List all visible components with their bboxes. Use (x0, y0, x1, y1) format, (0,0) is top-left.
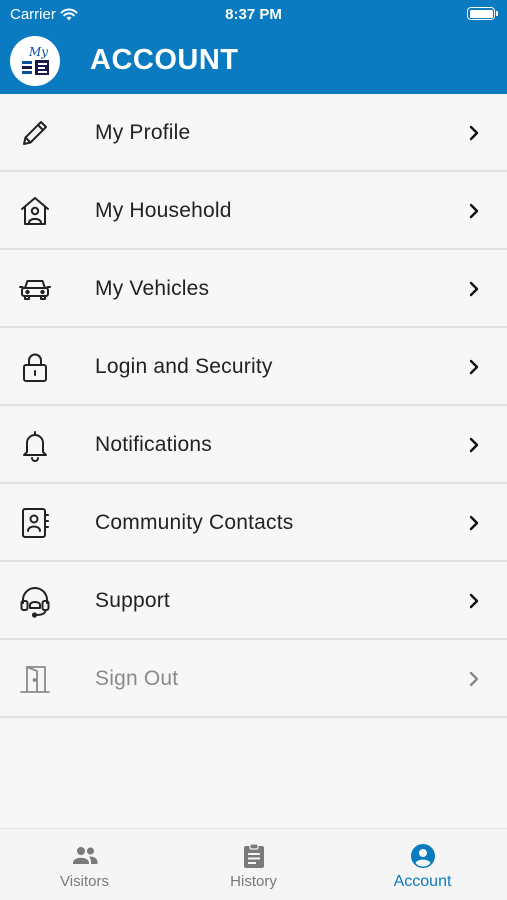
page-title: ACCOUNT (90, 44, 239, 76)
tab-label: Visitors (60, 873, 109, 890)
house-person-icon (21, 197, 49, 225)
menu-item-sign-out[interactable]: Sign Out (0, 640, 507, 718)
status-time: 8:37 PM (225, 6, 282, 23)
lock-icon (23, 353, 47, 382)
menu-item-login-security[interactable]: Login and Security (0, 328, 507, 406)
clipboard-icon (243, 843, 264, 868)
headset-icon (20, 587, 50, 618)
bell-icon (23, 431, 47, 462)
chevron-right-icon (469, 437, 479, 453)
menu-item-my-profile[interactable]: My Profile (0, 94, 507, 172)
tab-visitors[interactable]: Visitors (0, 829, 169, 900)
logo-mark: My (22, 45, 49, 75)
contact-book-icon (22, 508, 49, 538)
account-circle-icon (410, 844, 435, 868)
tab-history[interactable]: History (169, 829, 338, 900)
app-header: Carrier 8:37 PM My ACCOUNT (0, 0, 507, 94)
menu-item-support[interactable]: Support (0, 562, 507, 640)
menu-item-label: Login and Security (95, 355, 273, 378)
pencil-icon (23, 121, 47, 145)
svg-text:My: My (28, 45, 48, 59)
menu-item-label: My Profile (95, 121, 191, 144)
car-icon (19, 280, 51, 300)
bottom-tab-bar: Visitors History Account (0, 828, 507, 900)
account-menu: My Profile My Household My Vehicles Logi… (0, 94, 507, 718)
menu-item-label: Community Contacts (95, 511, 294, 534)
menu-item-label: My Vehicles (95, 277, 210, 300)
battery-full-icon (467, 7, 498, 20)
menu-item-my-vehicles[interactable]: My Vehicles (0, 250, 507, 328)
people-icon (72, 847, 97, 864)
door-icon (20, 666, 50, 693)
menu-item-label: Support (95, 589, 170, 612)
chevron-right-icon (469, 203, 479, 219)
chevron-right-icon (469, 359, 479, 375)
account-screen: Carrier 8:37 PM My ACCOUNT My Profile My… (0, 0, 507, 900)
chevron-right-icon (469, 593, 479, 609)
menu-item-label: Notifications (95, 433, 212, 456)
tab-label: History (230, 873, 277, 890)
menu-item-community-contacts[interactable]: Community Contacts (0, 484, 507, 562)
tab-label: Account (393, 873, 452, 890)
menu-item-label: My Household (95, 199, 232, 222)
chevron-right-icon (469, 125, 479, 141)
community-logo: My (10, 36, 60, 86)
status-bar: Carrier 8:37 PM (0, 0, 507, 28)
menu-item-notifications[interactable]: Notifications (0, 406, 507, 484)
chevron-right-icon (469, 515, 479, 531)
menu-item-my-household[interactable]: My Household (0, 172, 507, 250)
menu-item-label: Sign Out (95, 667, 179, 690)
chevron-right-icon (469, 671, 479, 687)
tab-account[interactable]: Account (338, 829, 507, 900)
chevron-right-icon (469, 281, 479, 297)
